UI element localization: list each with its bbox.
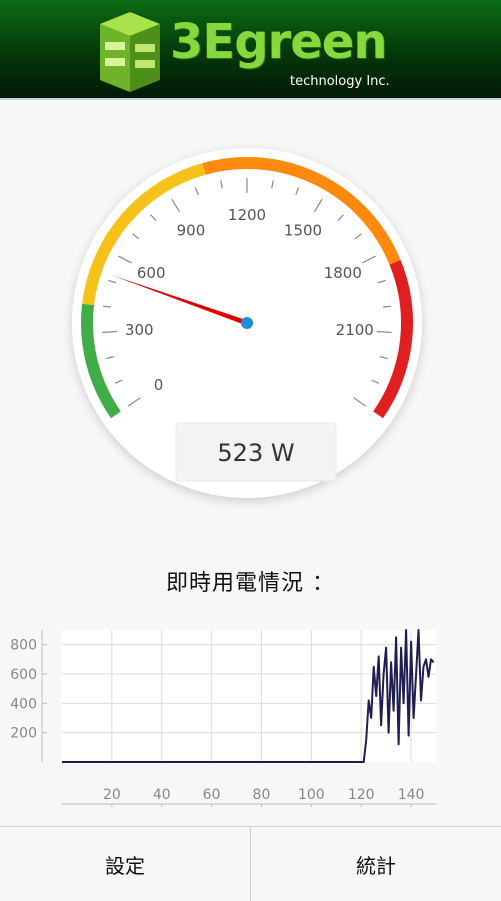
3e-cube-logo-icon — [100, 12, 160, 92]
power-gauge: 0 300 600 900 1200 1500 1800 2100 523 W — [0, 98, 501, 528]
brand-name: 3Egreen — [170, 14, 387, 70]
gauge-scale-label: 0 — [154, 376, 164, 394]
chart-x-tick-label: 40 — [153, 787, 171, 803]
chart-y-tick-label: 800 — [10, 638, 37, 654]
chart-x-tick-label: 80 — [253, 787, 271, 803]
gauge-scale-label: 1500 — [284, 222, 322, 240]
chart-x-tick-label: 100 — [298, 787, 325, 803]
chart-y-tick-label: 200 — [10, 726, 37, 742]
chart-x-tick-label: 140 — [398, 787, 425, 803]
chart-x-tick-label: 20 — [103, 787, 121, 803]
usage-chart-title: 即時用電情況 ： — [166, 571, 335, 596]
gauge-scale-label: 600 — [137, 264, 166, 282]
gauge-hub — [241, 317, 253, 329]
gauge-scale-label: 1200 — [228, 206, 266, 224]
brand-tagline: technology Inc. — [290, 74, 390, 89]
tab-statistics[interactable]: 統計 — [250, 827, 501, 901]
bottom-tab-bar: 設定 統計 — [0, 826, 501, 901]
app-header: 3Egreen technology Inc. — [0, 0, 501, 100]
gauge-scale-label: 1800 — [324, 264, 362, 282]
chart-y-tick-label: 600 — [10, 667, 37, 683]
gauge-scale-label: 2100 — [336, 321, 374, 339]
chart-x-tick-label: 60 — [203, 787, 221, 803]
gauge-readout-value: 523 W — [217, 439, 294, 467]
chart-y-tick-label: 400 — [10, 696, 37, 712]
gauge-scale-label: 300 — [125, 321, 154, 339]
tab-settings[interactable]: 設定 — [0, 827, 250, 901]
chart-x-tick-label: 120 — [348, 787, 375, 803]
usage-line-chart: 20 40 60 80 100 120 140 200 400 600 800 — [0, 612, 501, 812]
gauge-scale-label: 900 — [177, 222, 206, 240]
